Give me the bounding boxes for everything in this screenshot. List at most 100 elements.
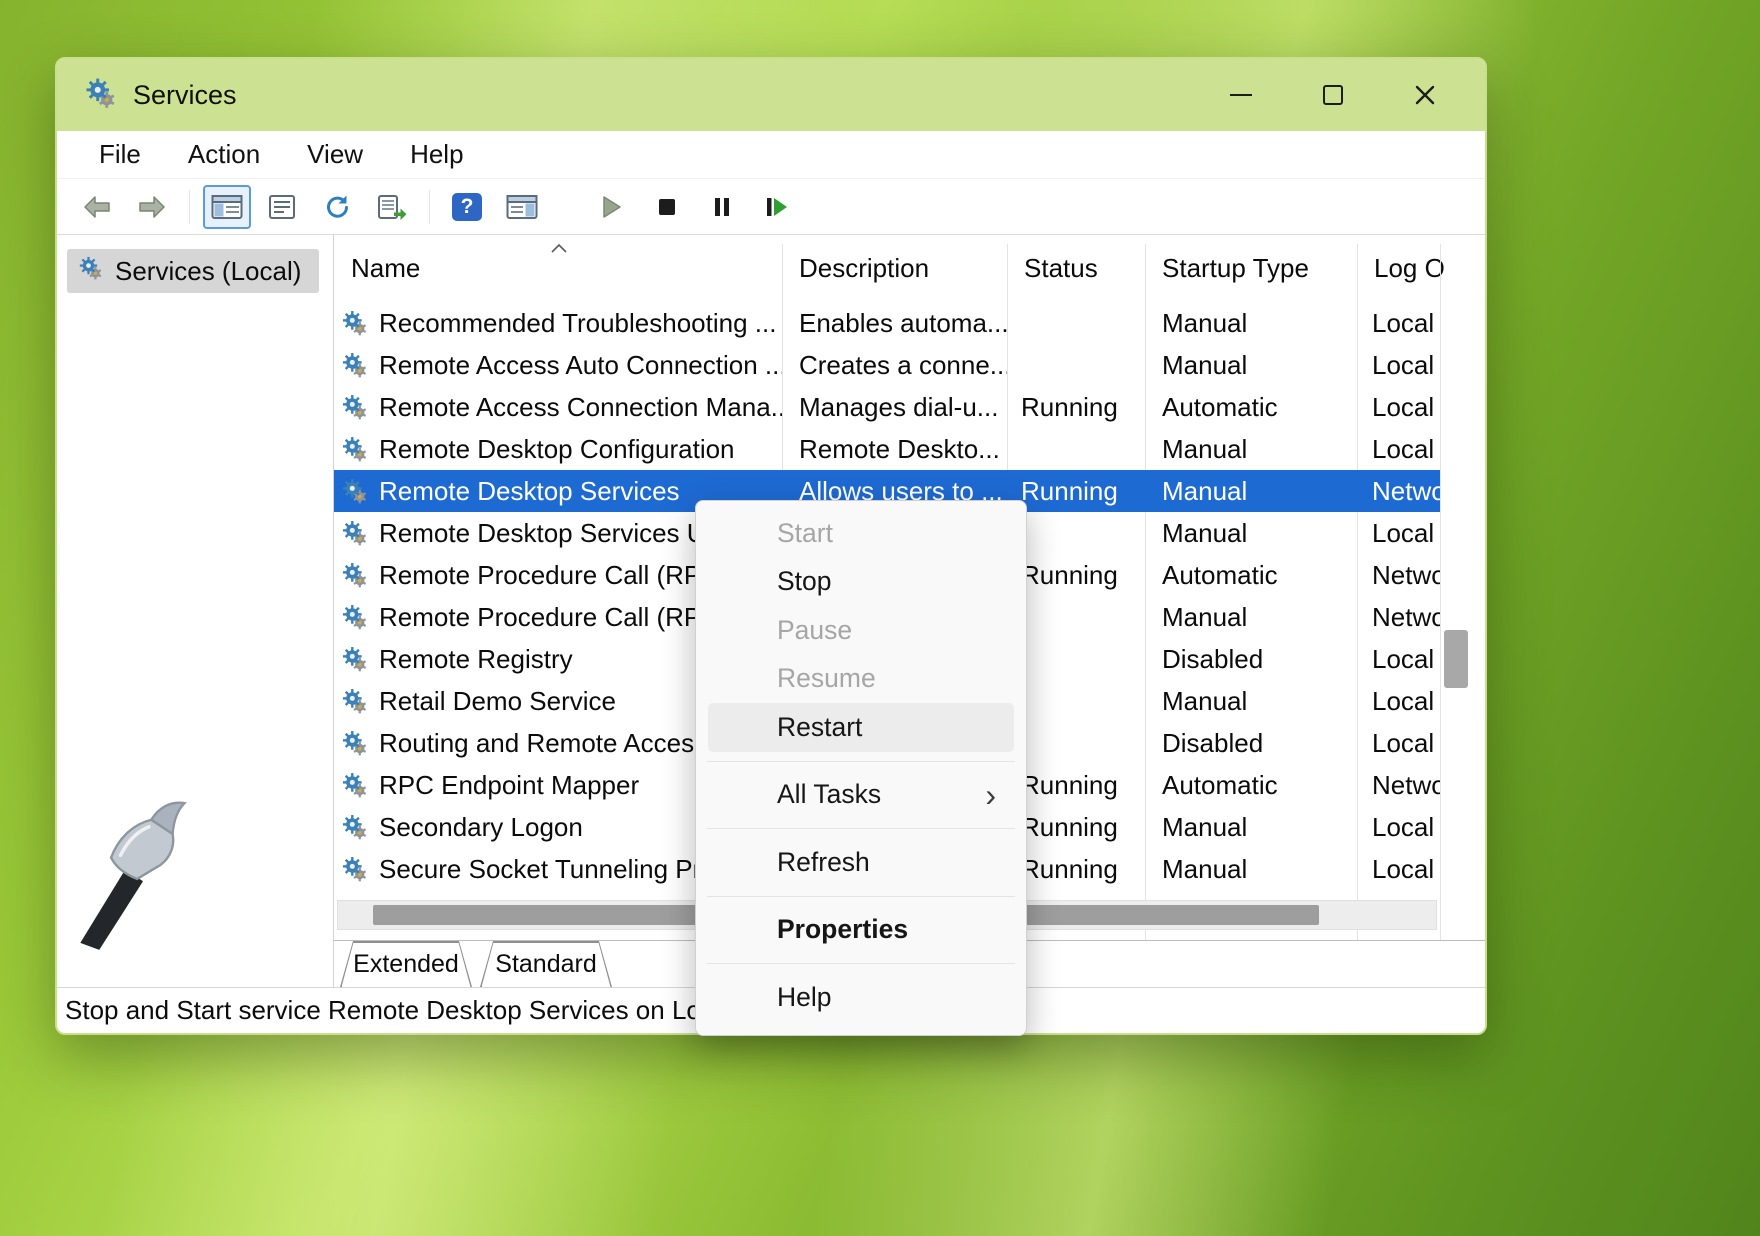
context-menu-item-start: Start	[696, 509, 1026, 558]
service-gear-icon	[340, 309, 370, 337]
service-status: Running	[1007, 812, 1145, 843]
menu-file[interactable]: File	[99, 139, 141, 170]
stop-service-button[interactable]	[643, 185, 691, 229]
service-gear-icon	[340, 813, 370, 841]
tree-item-label: Services (Local)	[115, 256, 301, 287]
tab-standard-label: Standard	[495, 950, 596, 979]
service-log-on-as: Local S	[1357, 518, 1440, 549]
show-action-pane-button[interactable]	[498, 185, 546, 229]
maximize-button[interactable]	[1307, 71, 1359, 119]
minimize-icon	[1230, 94, 1252, 97]
service-status: Running	[1007, 770, 1145, 801]
column-header-log-on-as[interactable]: Log O	[1357, 253, 1485, 284]
service-description: Remote Deskto...	[782, 434, 1007, 465]
context-menu-item-restart[interactable]: Restart	[708, 703, 1014, 752]
context-menu-item-help[interactable]: Help	[696, 973, 1026, 1022]
export-list-button[interactable]	[368, 185, 416, 229]
service-startup-type: Automatic	[1145, 560, 1357, 591]
service-gear-icon	[340, 729, 370, 757]
back-button[interactable]	[73, 185, 121, 229]
pause-service-button[interactable]	[698, 185, 746, 229]
menu-help[interactable]: Help	[410, 139, 463, 170]
menu-item-label: All Tasks	[777, 779, 881, 810]
vertical-scrollbar[interactable]	[1444, 630, 1468, 688]
toolbar-separator	[189, 190, 190, 224]
service-status: Running	[1007, 392, 1145, 423]
service-description: Enables automa...	[782, 308, 1007, 339]
service-startup-type: Manual	[1145, 350, 1357, 381]
service-name: RPC Endpoint Mapper	[379, 770, 639, 801]
service-row-remote-desktop-configuration[interactable]: Remote Desktop Configuration Remote Desk…	[334, 428, 1440, 470]
service-startup-type: Manual	[1145, 308, 1357, 339]
help-button[interactable]: ?	[443, 185, 491, 229]
menu-view[interactable]: View	[307, 139, 363, 170]
play-icon	[601, 195, 623, 219]
service-startup-type: Automatic	[1145, 770, 1357, 801]
maximize-icon	[1323, 85, 1343, 105]
service-name: Remote Procedure Call (RPC	[379, 602, 720, 633]
window-controls	[1215, 71, 1451, 119]
pause-icon	[712, 196, 732, 218]
service-log-on-as: Netwo	[1357, 560, 1440, 591]
service-name: Remote Desktop Services	[379, 476, 680, 507]
service-gear-icon	[340, 435, 370, 463]
service-log-on-as: Local S	[1357, 812, 1440, 843]
console-tree-icon	[211, 194, 243, 220]
service-name: Routing and Remote Acces	[379, 728, 694, 759]
show-console-tree-button[interactable]	[203, 185, 251, 229]
service-log-on-as: Local S	[1357, 308, 1440, 339]
service-row-remote-access-auto-connection[interactable]: Remote Access Auto Connection ... Create…	[334, 344, 1440, 386]
service-row-remote-access-connection-mana[interactable]: Remote Access Connection Mana... Manages…	[334, 386, 1440, 428]
properties-icon	[268, 194, 296, 220]
services-node-icon	[77, 255, 105, 288]
menu-bar: File Action View Help	[57, 131, 1485, 179]
title-bar[interactable]: Services	[57, 59, 1485, 131]
service-startup-type: Manual	[1145, 686, 1357, 717]
tab-standard[interactable]: Standard	[480, 941, 612, 987]
toolbar-separator	[429, 190, 430, 224]
menu-item-label: Resume	[777, 663, 876, 694]
forward-button[interactable]	[128, 185, 176, 229]
service-log-on-as: Local S	[1357, 434, 1440, 465]
context-menu-item-refresh[interactable]: Refresh	[696, 838, 1026, 887]
menu-item-label: Stop	[777, 566, 832, 597]
restart-service-button[interactable]	[753, 185, 801, 229]
header-divider	[1440, 244, 1441, 978]
context-menu-item-stop[interactable]: Stop	[696, 558, 1026, 607]
tab-extended[interactable]: Extended	[340, 941, 472, 987]
properties-button[interactable]	[258, 185, 306, 229]
menu-separator	[707, 828, 1015, 829]
service-gear-icon	[340, 603, 370, 631]
refresh-icon	[323, 194, 351, 220]
menu-separator	[707, 896, 1015, 897]
tree-item-services-local[interactable]: Services (Local)	[67, 249, 319, 293]
close-button[interactable]	[1399, 71, 1451, 119]
service-gear-icon	[340, 561, 370, 589]
context-menu-item-properties[interactable]: Properties	[696, 906, 1026, 955]
context-menu-item-all-tasks[interactable]: All Tasks ›	[696, 771, 1026, 820]
service-log-on-as: Local S	[1357, 854, 1440, 885]
service-startup-type: Automatic	[1145, 392, 1357, 423]
menu-action[interactable]: Action	[188, 139, 260, 170]
service-log-on-as: Local S	[1357, 728, 1440, 759]
service-startup-type: Manual	[1145, 812, 1357, 843]
service-name: Secure Socket Tunneling Pro	[379, 854, 716, 885]
back-arrow-icon	[82, 194, 112, 220]
refresh-button[interactable]	[313, 185, 361, 229]
minimize-button[interactable]	[1215, 71, 1267, 119]
column-header-startup-type[interactable]: Startup Type	[1145, 253, 1357, 284]
console-tree-pane: Services (Local)	[57, 235, 334, 987]
start-service-button	[588, 185, 636, 229]
menu-item-label: Help	[777, 982, 832, 1013]
service-log-on-as: Local S	[1357, 686, 1440, 717]
service-name: Remote Procedure Call (RPC	[379, 560, 720, 591]
service-row-recommended-troubleshooting[interactable]: Recommended Troubleshooting ... Enables …	[334, 302, 1440, 344]
service-log-on-as: Local S	[1357, 392, 1440, 423]
column-header-status[interactable]: Status	[1007, 253, 1145, 284]
context-menu-item-pause: Pause	[696, 606, 1026, 655]
hammer-graphic	[59, 795, 201, 951]
services-app-icon	[83, 76, 119, 115]
column-header-description[interactable]: Description	[782, 253, 1007, 284]
service-log-on-as: Local S	[1357, 350, 1440, 381]
service-name: Remote Access Auto Connection ...	[379, 350, 782, 381]
